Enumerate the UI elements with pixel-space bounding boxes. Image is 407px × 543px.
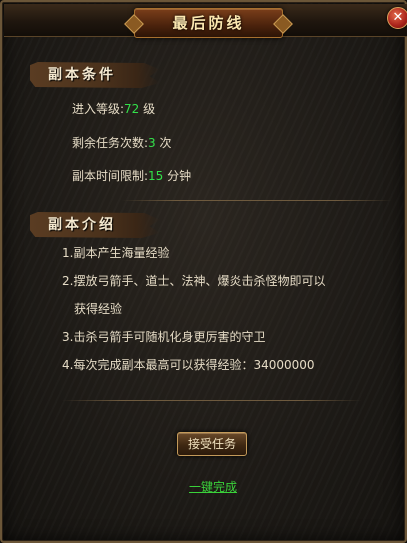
- section-divider: [62, 400, 362, 401]
- title-plaque: 最后防线: [134, 8, 283, 38]
- close-button[interactable]: ✕: [387, 7, 407, 29]
- condition-label: 剩余任务次数:: [72, 136, 149, 150]
- condition-row-remaining: 剩余任务次数:3 次: [72, 134, 172, 151]
- section-ribbon-intro: 副本介绍: [30, 212, 160, 238]
- condition-value: 3: [148, 136, 156, 150]
- section-divider: [122, 200, 392, 201]
- close-icon: ✕: [392, 10, 404, 25]
- section-heading-intro: 副本介绍: [48, 217, 116, 233]
- intro-item-4: 4.每次完成副本最高可以获得经验：34000000: [62, 358, 315, 372]
- condition-value: 72: [124, 102, 140, 116]
- intro-item-2-continued: 获得经验: [74, 302, 123, 316]
- condition-row-level: 进入等级:72 级: [72, 100, 155, 117]
- condition-label: 进入等级:: [72, 102, 125, 116]
- dialog-window: 最后防线 ✕ 副本条件 进入等级:72 级 剩余任务次数:3 次 副本时间限制:…: [0, 0, 407, 543]
- intro-item-1: 1.副本产生海量经验: [62, 246, 170, 260]
- accept-task-button[interactable]: 接受任务: [177, 432, 247, 456]
- condition-suffix: 级: [139, 102, 156, 116]
- intro-item-2: 2.摆放弓箭手、道士、法神、爆炎击杀怪物即可以: [62, 274, 326, 288]
- one-click-complete-link[interactable]: 一键完成: [189, 478, 237, 495]
- condition-suffix: 分钟: [163, 169, 192, 183]
- condition-label: 副本时间限制:: [72, 169, 149, 183]
- condition-row-time-limit: 副本时间限制:15 分钟: [72, 167, 191, 184]
- condition-suffix: 次: [155, 136, 172, 150]
- section-heading-conditions: 副本条件: [48, 67, 116, 83]
- section-ribbon-conditions: 副本条件: [30, 62, 160, 88]
- intro-item-3: 3.击杀弓箭手可随机化身更厉害的守卫: [62, 330, 266, 344]
- condition-value: 15: [148, 169, 164, 183]
- dialog-title: 最后防线: [172, 14, 245, 32]
- title-bar[interactable]: 最后防线 ✕: [4, 4, 407, 38]
